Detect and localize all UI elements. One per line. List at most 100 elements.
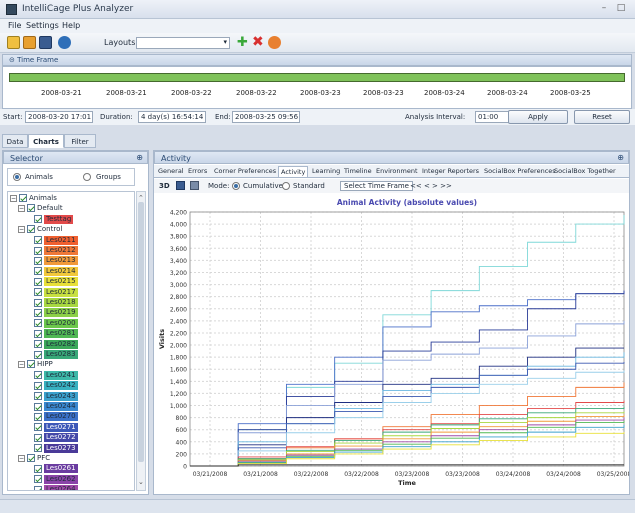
checkbox[interactable] [34, 392, 42, 401]
pin-icon[interactable]: ⊕ [136, 153, 143, 162]
checkbox[interactable] [34, 267, 42, 276]
checkbox[interactable] [27, 360, 35, 369]
checkbox[interactable] [34, 308, 42, 317]
analysis-interval-field[interactable]: 01:00 [475, 111, 509, 123]
tab-socialbox-preferences[interactable]: SocialBox Preferences [482, 166, 558, 176]
vertical-scrollbar[interactable]: ⌃ ⌄ [136, 191, 146, 491]
radio-groups[interactable] [83, 173, 91, 181]
time-nav-buttons[interactable]: << < > >> [410, 182, 452, 190]
checkbox[interactable] [34, 288, 42, 297]
apply-button[interactable]: Apply [508, 110, 568, 124]
checkbox[interactable] [34, 277, 42, 286]
tree-group-pfc[interactable]: − PFC [18, 454, 50, 464]
time-range-bar[interactable] [9, 73, 625, 82]
tab-corner-preferences[interactable]: Corner Preferences [212, 166, 278, 176]
tree-animal-les0262[interactable]: Les0262 [34, 474, 78, 485]
collapse-icon[interactable]: − [18, 225, 25, 233]
checkbox[interactable] [27, 225, 35, 234]
tree-animal-les0213[interactable]: Les0213 [34, 256, 78, 266]
checkbox[interactable] [34, 371, 42, 380]
checkbox[interactable] [34, 329, 42, 338]
reset-button[interactable]: Reset [574, 110, 630, 124]
checkbox[interactable] [27, 454, 35, 462]
tab-charts[interactable]: Charts [28, 134, 64, 148]
maximize-button[interactable]: □ [614, 3, 628, 15]
tree-animal-les0217[interactable]: Les0217 [34, 287, 78, 298]
checkbox[interactable] [34, 298, 42, 307]
checkbox[interactable] [34, 215, 42, 224]
menu-help[interactable]: Help [62, 21, 80, 30]
3d-button[interactable]: 3D [159, 182, 170, 190]
import-icon[interactable] [23, 36, 36, 49]
checkbox[interactable] [34, 256, 42, 265]
checkbox[interactable] [34, 340, 42, 349]
collapse-icon[interactable]: − [10, 194, 17, 202]
tab-filter[interactable]: Filter [64, 134, 96, 148]
open-project-icon[interactable] [7, 36, 20, 49]
info-icon[interactable] [58, 36, 71, 49]
delete-layout-icon[interactable]: ✖ [252, 34, 264, 50]
tree-animal-les0242[interactable]: Les0242 [34, 381, 78, 391]
end-field[interactable]: 2008-03-25 09:56 [232, 111, 300, 123]
select-time-frame-button[interactable]: Select Time Frame [340, 181, 413, 191]
minimize-button[interactable]: – [597, 3, 611, 15]
duration-field[interactable]: 4 day(s) 16:54:14 [138, 111, 206, 123]
tree-animal-les0200[interactable]: Les0200 [34, 318, 78, 329]
settings-layout-icon[interactable] [268, 36, 281, 49]
add-layout-icon[interactable]: ✚ [237, 35, 248, 50]
tree-group-control[interactable]: − Control [18, 225, 62, 235]
checkbox[interactable] [34, 402, 42, 411]
tab-integer-reporters[interactable]: Integer Reporters [420, 166, 481, 176]
tab-socialbox-together[interactable]: SocialBox Together [552, 166, 618, 176]
save-icon[interactable] [39, 36, 52, 49]
collapse-icon[interactable]: ⊝ [9, 56, 17, 64]
tree-animal-les0282[interactable]: Les0282 [34, 339, 78, 350]
layouts-combo[interactable]: ▾ [136, 37, 230, 49]
tree-animal-les0261[interactable]: Les0261 [34, 464, 78, 474]
checkbox[interactable] [34, 433, 42, 442]
pin-icon[interactable]: ⊕ [617, 153, 624, 162]
tree-animal-les0214[interactable]: Les0214 [34, 266, 78, 277]
radio-standard[interactable] [282, 182, 290, 190]
radio-animals[interactable] [13, 173, 21, 181]
radio-cumulative[interactable] [232, 182, 240, 190]
tree-animal-testtag[interactable]: Testtag [34, 214, 74, 225]
tree-animal-les0218[interactable]: Les0218 [34, 298, 78, 308]
start-field[interactable]: 2008-03-20 17:01 [25, 111, 93, 123]
print-chart-icon[interactable] [190, 181, 199, 190]
tree-group-hipp[interactable]: − HIPP [18, 360, 53, 370]
checkbox[interactable] [34, 381, 42, 390]
tab-timeline[interactable]: Timeline [342, 166, 374, 176]
scroll-thumb[interactable] [138, 202, 144, 462]
checkbox[interactable] [34, 464, 42, 473]
checkbox[interactable] [34, 444, 42, 453]
checkbox[interactable] [34, 246, 42, 255]
tree-animal-les0243[interactable]: Les0243 [34, 391, 78, 402]
collapse-icon[interactable]: − [18, 204, 25, 212]
checkbox[interactable] [34, 319, 42, 328]
tab-data[interactable]: Data [2, 134, 28, 148]
menu-file[interactable]: File [8, 21, 21, 30]
tab-errors[interactable]: Errors [186, 166, 209, 176]
tab-activity[interactable]: Activity [278, 166, 309, 177]
tab-learning[interactable]: Learning [310, 166, 342, 176]
tab-environment[interactable]: Environment [374, 166, 420, 176]
tree-animal-les0211[interactable]: Les0211 [34, 235, 78, 246]
checkbox[interactable] [27, 204, 35, 213]
collapse-icon[interactable]: − [18, 360, 25, 368]
tree-animal-les0219[interactable]: Les0219 [34, 308, 78, 318]
tree-animal-les0281[interactable]: Les0281 [34, 329, 78, 339]
tree-animal-les0264[interactable]: Les0264 [34, 485, 78, 490]
tree-animal-les0215[interactable]: Les0215 [34, 277, 78, 287]
tree-animal-les0270[interactable]: Les0270 [34, 412, 78, 422]
menu-settings[interactable]: Settings [26, 21, 59, 30]
tree-root-animals[interactable]: − Animals [10, 194, 57, 204]
tree-group-default[interactable]: − Default [18, 204, 63, 214]
tab-general[interactable]: General [156, 166, 186, 176]
tree-animal-les0241[interactable]: Les0241 [34, 370, 78, 381]
tree-animal-les0244[interactable]: Les0244 [34, 402, 78, 412]
checkbox[interactable] [34, 423, 42, 432]
tree-animal-les0272[interactable]: Les0272 [34, 433, 78, 443]
tree-animal-les0271[interactable]: Les0271 [34, 422, 78, 433]
collapse-icon[interactable]: − [18, 454, 25, 462]
